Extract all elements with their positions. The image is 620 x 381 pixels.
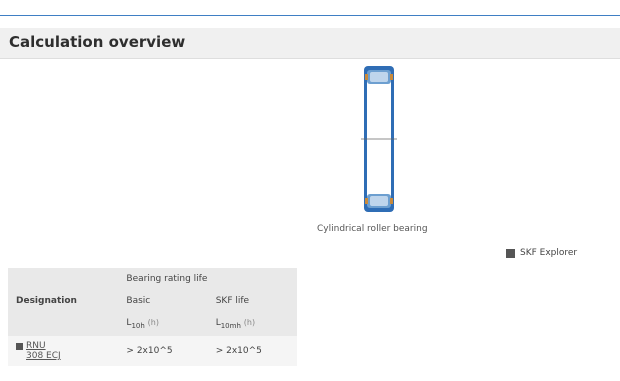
table-row: RNU 308 ECJ > 2x10^5 > 2x10^5 <box>8 336 297 366</box>
skf-subscript: 10mh <box>220 322 241 330</box>
column-skf-label: SKF life <box>215 296 250 306</box>
designation-cell: RNU 308 ECJ <box>8 336 119 366</box>
cylindrical-roller-bearing-icon <box>361 66 397 212</box>
bearing-caption: Cylindrical roller bearing <box>317 224 428 234</box>
header-group-label: Bearing rating life <box>126 274 208 284</box>
skf-value: > 2x10^5 <box>215 346 262 356</box>
header-skf-cell: SKF life <box>207 290 297 312</box>
bearing-roller-bottom-highlight <box>370 196 388 206</box>
bearing-flange-bottom-right <box>390 198 393 204</box>
top-divider <box>0 15 620 16</box>
skf-value-cell: > 2x10^5 <box>207 336 297 366</box>
basic-value: > 2x10^5 <box>126 346 173 356</box>
basic-value-cell: > 2x10^5 <box>118 336 208 366</box>
header-empty-cell <box>8 268 119 290</box>
basic-subscript: 10h <box>131 322 145 330</box>
rating-life-table: Bearing rating life Designation Basic SK… <box>8 268 297 366</box>
legend: SKF Explorer <box>506 248 577 258</box>
table-header-row-columns: Designation Basic SKF life <box>8 290 297 312</box>
header-basic-cell: Basic <box>118 290 208 312</box>
designation-link[interactable]: RNU 308 ECJ <box>26 341 64 361</box>
skf-unit: (h) <box>243 318 256 327</box>
header-designation-cell: Designation <box>8 290 119 312</box>
units-skf-cell: L10mh (h) <box>207 312 297 336</box>
page-title: Calculation overview <box>9 33 186 51</box>
bearing-flange-top-left <box>365 74 368 80</box>
header-group-cell: Bearing rating life <box>118 268 297 290</box>
section-header: Calculation overview <box>0 28 620 59</box>
units-basic-cell: L10h (h) <box>118 312 208 336</box>
table-header-row-units: L10h (h) L10mh (h) <box>8 312 297 336</box>
units-empty-cell <box>8 312 119 336</box>
bearing-flange-bottom-left <box>365 198 368 204</box>
legend-swatch <box>506 248 515 258</box>
table-header-row-group: Bearing rating life <box>8 268 297 290</box>
column-designation-label: Designation <box>16 296 77 306</box>
basic-unit: (h) <box>147 318 159 327</box>
column-basic-label: Basic <box>126 296 151 306</box>
bearing-flange-top-right <box>390 74 393 80</box>
designation-marker-icon <box>16 343 23 350</box>
legend-label: SKF Explorer <box>520 248 578 258</box>
bearing-roller-top-highlight <box>370 72 388 82</box>
